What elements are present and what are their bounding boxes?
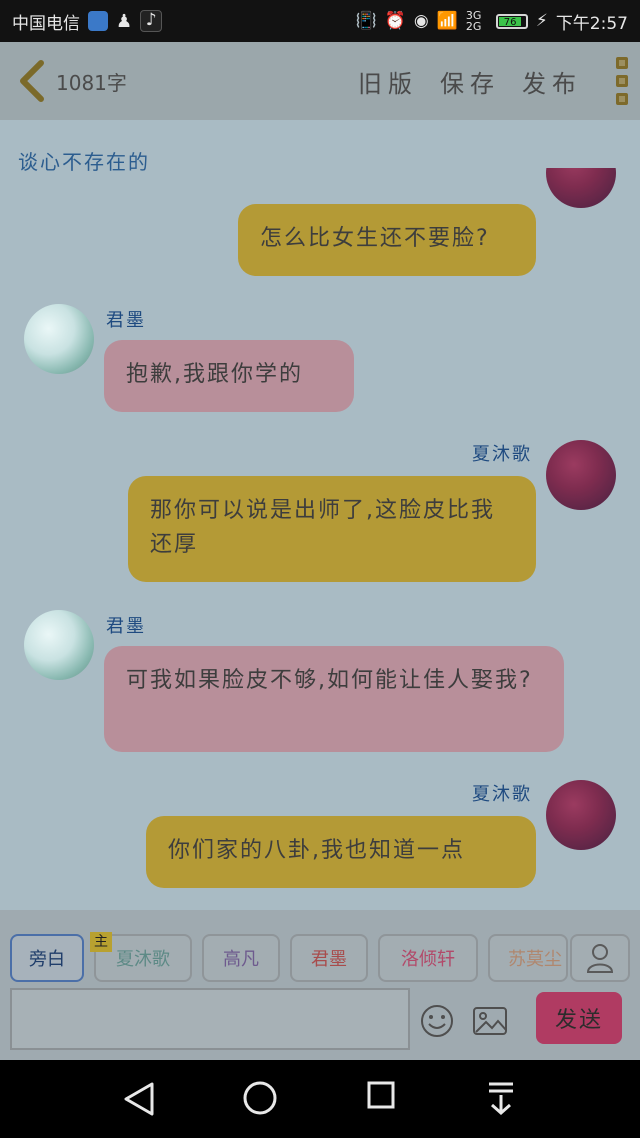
wifi-icon: 📶 <box>436 11 458 31</box>
message-input[interactable] <box>10 988 410 1050</box>
home-nav-icon[interactable] <box>242 1080 278 1116</box>
speaker-name: 君墨 <box>106 310 146 331</box>
role-label: 夏沐歌 <box>116 949 170 970</box>
speaker-name: 夏沐歌 <box>472 444 532 465</box>
role-manage-button[interactable] <box>570 934 630 982</box>
carrier-label: 中国电信 <box>12 13 80 34</box>
eye-icon: ◉ <box>413 11 429 31</box>
old-version-button[interactable]: 旧版 <box>358 64 418 99</box>
image-icon <box>473 1007 507 1035</box>
role-label: 高凡 <box>223 949 259 970</box>
toolbar-actions: 旧版 保存 发布 <box>358 57 628 105</box>
status-right: 📳 ⏰ ◉ 📶 3G 2G 76 ⚡ 下午2:57 <box>356 9 628 34</box>
message-bubble[interactable]: 你们家的八卦,我也知道一点 <box>146 816 536 888</box>
person-icon <box>586 944 614 973</box>
role-chip-narrator[interactable]: 旁白 <box>10 934 84 982</box>
save-button[interactable]: 保存 <box>440 64 500 99</box>
vibrate-icon: 📳 <box>355 11 377 31</box>
emoji-button[interactable] <box>420 1004 454 1042</box>
send-button[interactable]: 发送 <box>536 992 622 1044</box>
status-left: 中国电信 ♟ ♪ <box>12 9 163 34</box>
charging-icon: ⚡ <box>535 11 548 31</box>
image-button[interactable] <box>472 1006 508 1040</box>
menu-icon[interactable] <box>616 57 628 105</box>
recents-nav-icon[interactable] <box>366 1080 396 1110</box>
story-title: 谈心不存在的 <box>18 150 150 174</box>
avatar[interactable] <box>546 780 616 850</box>
emoji-icon <box>421 1005 453 1037</box>
top-toolbar: 1081字 旧版 保存 发布 <box>0 42 640 120</box>
tiktok-icon: ♪ <box>140 10 163 32</box>
menu-dot <box>616 75 628 87</box>
clock: 下午2:57 <box>555 13 628 34</box>
avatar[interactable] <box>24 610 94 680</box>
system-nav-bar <box>0 1060 640 1138</box>
role-label: 洛倾轩 <box>401 949 455 970</box>
back-nav-icon[interactable] <box>122 1080 156 1118</box>
back-button[interactable] <box>12 59 52 103</box>
notification-pull-icon[interactable] <box>486 1080 516 1116</box>
role-label: 君墨 <box>311 949 347 970</box>
qq-icon: ♟ <box>116 10 133 32</box>
role-chip-su-mochen[interactable]: 苏莫尘 <box>488 934 568 982</box>
avatar[interactable] <box>546 440 616 510</box>
speaker-name: 夏沐歌 <box>472 784 532 805</box>
role-label: 苏莫尘 <box>508 949 562 970</box>
message-bubble[interactable]: 可我如果脸皮不够,如何能让佳人娶我? <box>104 646 564 752</box>
menu-dot <box>616 93 628 105</box>
publish-button[interactable]: 发布 <box>522 64 582 99</box>
chevron-left-icon <box>20 60 44 102</box>
host-badge: 主 <box>90 932 112 952</box>
avatar[interactable] <box>24 304 94 374</box>
composer: 发送 <box>0 980 640 1060</box>
role-chip-jun-mo[interactable]: 君墨 <box>290 934 368 982</box>
role-chip-gao-fan[interactable]: 高凡 <box>202 934 280 982</box>
battery-icon: 76 <box>495 13 528 29</box>
message-bubble[interactable]: 抱歉,我跟你学的 <box>104 340 354 412</box>
avatar[interactable] <box>546 168 616 208</box>
shield-icon <box>88 11 108 31</box>
battery-level: 76 <box>498 16 522 28</box>
status-bar: 中国电信 ♟ ♪ 📳 ⏰ ◉ 📶 3G 2G 76 ⚡ 下午2:57 <box>0 0 640 42</box>
role-label: 旁白 <box>29 949 65 970</box>
word-count: 1081字 <box>56 70 127 95</box>
message-bubble[interactable]: 怎么比女生还不要脸? <box>238 204 536 276</box>
role-chip-luo-qingxuan[interactable]: 洛倾轩 <box>378 934 478 982</box>
message-bubble[interactable]: 那你可以说是出师了,这脸皮比我还厚 <box>128 476 536 582</box>
menu-dot <box>616 57 628 69</box>
chat-area[interactable]: 谈心不存在的 怎么比女生还不要脸? 君墨 抱歉,我跟你学的 夏沐歌 那你可以说是… <box>0 120 640 910</box>
speaker-name: 君墨 <box>106 616 146 637</box>
alarm-icon: ⏰ <box>384 11 406 31</box>
network-label: 3G 2G <box>465 9 482 33</box>
